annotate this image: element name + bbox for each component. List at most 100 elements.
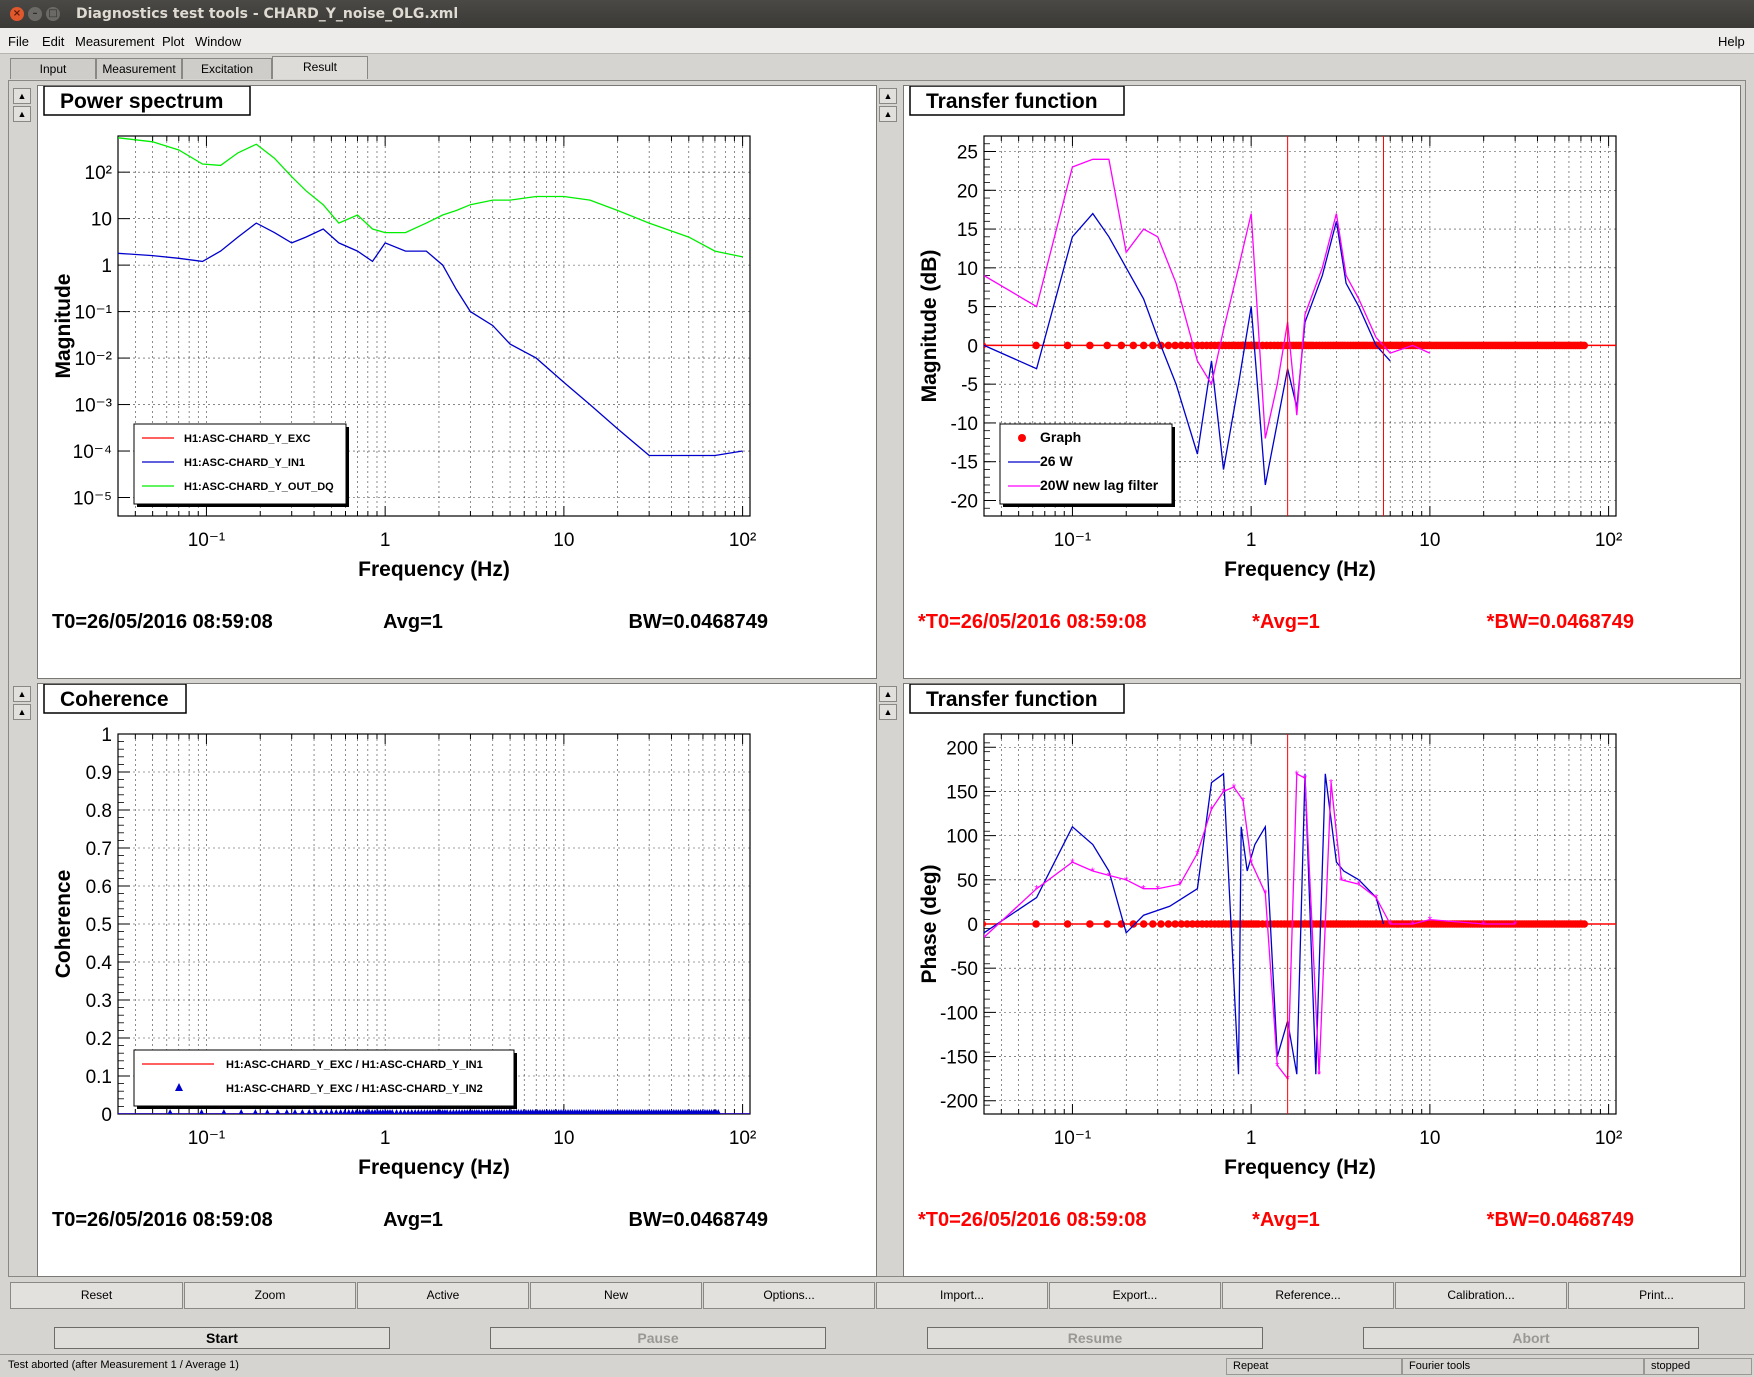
- pause-button[interactable]: Pause: [490, 1327, 826, 1349]
- series-20w-new-lag-filter-point: *: [1388, 919, 1393, 931]
- menu-measurement[interactable]: Measurement: [75, 34, 154, 49]
- y-tick-label: -15: [951, 453, 978, 474]
- panel1-down-arrow-icon[interactable]: ▲: [13, 106, 31, 122]
- series-20w-new-lag-filter-point: *: [1303, 773, 1308, 785]
- y-tick-label: 5: [967, 298, 978, 319]
- series-20w-new-lag-filter-point: *: [1374, 892, 1379, 904]
- series-20w-new-lag-filter-point: *: [1156, 884, 1161, 896]
- series-20w-new-lag-filter-point: *: [1513, 919, 1518, 931]
- y-tick-label: 0: [101, 1105, 112, 1126]
- menu-bar: File Edit Measurement Plot Window Help: [0, 28, 1754, 54]
- menu-edit[interactable]: Edit: [42, 34, 64, 49]
- maximize-window-icon[interactable]: □: [46, 7, 60, 21]
- status-fourier-tools: Fourier tools: [1402, 1358, 1644, 1375]
- calibration-button[interactable]: Calibration...: [1395, 1282, 1567, 1309]
- series-graph-point: [1139, 341, 1148, 350]
- series-h1-asc-chard-y-exc-h1-asc-chard-y-in2-point: [275, 1109, 281, 1114]
- menu-help[interactable]: Help: [1718, 34, 1745, 49]
- menu-window[interactable]: Window: [195, 34, 241, 49]
- series-20w-new-lag-filter-point: *: [1034, 884, 1039, 896]
- status-state: stopped: [1644, 1358, 1752, 1375]
- plot-panel-coherence[interactable]: Coherence 0 0.1 0.2 0.3 0.4 0.5 0.6 0.7 0.8 0.9 1 10…: [37, 683, 877, 1277]
- plot-panel-power-spectrum[interactable]: Power spectrum 10⁻⁵ 10⁻⁴ 10⁻³ 10⁻² 10⁻¹ 1 10 10²…: [37, 85, 877, 679]
- active-button[interactable]: Active: [357, 1282, 529, 1309]
- x-tick-label: 10⁻¹: [188, 1128, 226, 1149]
- series-h1-asc-chard-y-exc-h1-asc-chard-y-in2-point: [118, 1112, 119, 1114]
- y-tick-label: 0.3: [86, 991, 112, 1012]
- transfer-phase-chart[interactable]: Transfer function -200 -150 -100 -50 0 50 100 15…: [904, 684, 1742, 1278]
- x-tick-label: 1: [1246, 530, 1257, 551]
- panel3-down-arrow-icon[interactable]: ▲: [13, 704, 31, 720]
- tab-result[interactable]: Result: [272, 56, 368, 79]
- status-repeat: Repeat: [1226, 1358, 1402, 1375]
- series-20w-new-lag-filter-point: *: [1107, 870, 1112, 882]
- plot-panel-transfer-phase[interactable]: Transfer function -200 -150 -100 -50 0 50 100 15…: [903, 683, 1741, 1277]
- x-axis-label: Frequency (Hz): [1224, 558, 1376, 581]
- footer-bw: BW=0.0468749: [628, 1209, 768, 1231]
- tab-excitation[interactable]: Excitation: [182, 58, 272, 79]
- panel1-up-arrow-icon[interactable]: ▲: [13, 88, 31, 104]
- start-button[interactable]: Start: [54, 1327, 390, 1349]
- series-graph-point: [1164, 920, 1173, 928]
- series-h1-asc-chard-y-exc-h1-asc-chard-y-in2-point: [328, 1109, 334, 1114]
- footer-bw: *BW=0.0468749: [1487, 1209, 1634, 1231]
- legend-marker: [1018, 434, 1026, 442]
- series-graph-point: [984, 920, 987, 928]
- tab-measurement[interactable]: Measurement: [96, 58, 182, 79]
- y-tick-label: 0.2: [86, 1029, 112, 1050]
- print-button[interactable]: Print...: [1568, 1282, 1745, 1309]
- tab-input[interactable]: Input: [10, 58, 96, 79]
- y-tick-label: 0.6: [86, 877, 112, 898]
- menu-plot[interactable]: Plot: [162, 34, 184, 49]
- series-graph-point: [1580, 341, 1589, 350]
- coherence-chart[interactable]: Coherence 0 0.1 0.2 0.3 0.4 0.5 0.6 0.7 0.8 0.9 1 10…: [38, 684, 878, 1278]
- y-tick-label: -10: [951, 414, 978, 435]
- menu-file[interactable]: File: [8, 34, 29, 49]
- x-tick-label: 10²: [1595, 1128, 1622, 1149]
- panel3-up-arrow-icon[interactable]: ▲: [13, 686, 31, 702]
- abort-button[interactable]: Abort: [1363, 1327, 1699, 1349]
- series-graph-point: [1063, 920, 1072, 928]
- tab-bar: Input Measurement Excitation Result: [0, 55, 1754, 79]
- footer-bw: BW=0.0468749: [628, 611, 768, 633]
- y-axis-label: Phase (deg): [918, 864, 941, 983]
- power-spectrum-chart[interactable]: Power spectrum 10⁻⁵ 10⁻⁴ 10⁻³ 10⁻² 10⁻¹ 1 10 10²…: [38, 86, 878, 680]
- panel2-up-arrow-icon[interactable]: ▲: [879, 88, 897, 104]
- x-tick-label: 10²: [1595, 530, 1622, 551]
- panel4-down-arrow-icon[interactable]: ▲: [879, 704, 897, 720]
- zoom-button[interactable]: Zoom: [184, 1282, 356, 1309]
- series-h1-asc-chard-y-exc-h1-asc-chard-y-in2-point: [238, 1109, 244, 1114]
- series-20w-new-lag-filter-point: *: [1482, 919, 1487, 931]
- reference-button[interactable]: Reference...: [1222, 1282, 1394, 1309]
- new-button[interactable]: New: [530, 1282, 702, 1309]
- y-tick-label: 1: [101, 256, 112, 277]
- legend-label: 26 W: [1040, 453, 1073, 469]
- legend-label: H1:ASC-CHARD_Y_IN1: [184, 457, 305, 469]
- series-h1-asc-chard-y-exc-h1-asc-chard-y-in2-point: [323, 1109, 329, 1114]
- minimize-window-icon[interactable]: –: [28, 7, 42, 21]
- y-tick-label: -50: [951, 959, 978, 980]
- y-tick-label: 10: [957, 259, 978, 280]
- footer-t0: *T0=26/05/2016 08:59:08: [918, 611, 1147, 633]
- series-h1-asc-chard-y-exc-h1-asc-chard-y-in2-point: [299, 1109, 305, 1114]
- resume-button[interactable]: Resume: [927, 1327, 1263, 1349]
- options-button[interactable]: Options...: [703, 1282, 875, 1309]
- x-tick-label: 10²: [729, 530, 756, 551]
- y-tick-label: 10⁻⁵: [73, 489, 112, 510]
- series-graph-point: [1063, 341, 1072, 350]
- close-window-icon[interactable]: ×: [10, 7, 24, 21]
- panel4-up-arrow-icon[interactable]: ▲: [879, 686, 897, 702]
- x-tick-label: 10⁻¹: [188, 530, 226, 551]
- reset-button[interactable]: Reset: [10, 1282, 183, 1309]
- import-button[interactable]: Import...: [876, 1282, 1048, 1309]
- panel2-down-arrow-icon[interactable]: ▲: [879, 106, 897, 122]
- series-graph-point: [1032, 920, 1040, 928]
- plot-panel-transfer-magnitude[interactable]: Transfer function -20 -15 -10 -5 0 5 10 15 20 25 10…: [903, 85, 1741, 679]
- series-20w-new-lag-filter-point: *: [1209, 804, 1214, 816]
- transfer-magnitude-chart[interactable]: Transfer function -20 -15 -10 -5 0 5 10 15 20 25 10…: [904, 86, 1742, 680]
- export-button[interactable]: Export...: [1049, 1282, 1221, 1309]
- footer-bw: *BW=0.0468749: [1487, 611, 1634, 633]
- series-20w-new-lag-filter-point: *: [1232, 782, 1237, 794]
- series-graph-point: [1129, 341, 1138, 350]
- y-tick-label: 10⁻³: [75, 396, 113, 417]
